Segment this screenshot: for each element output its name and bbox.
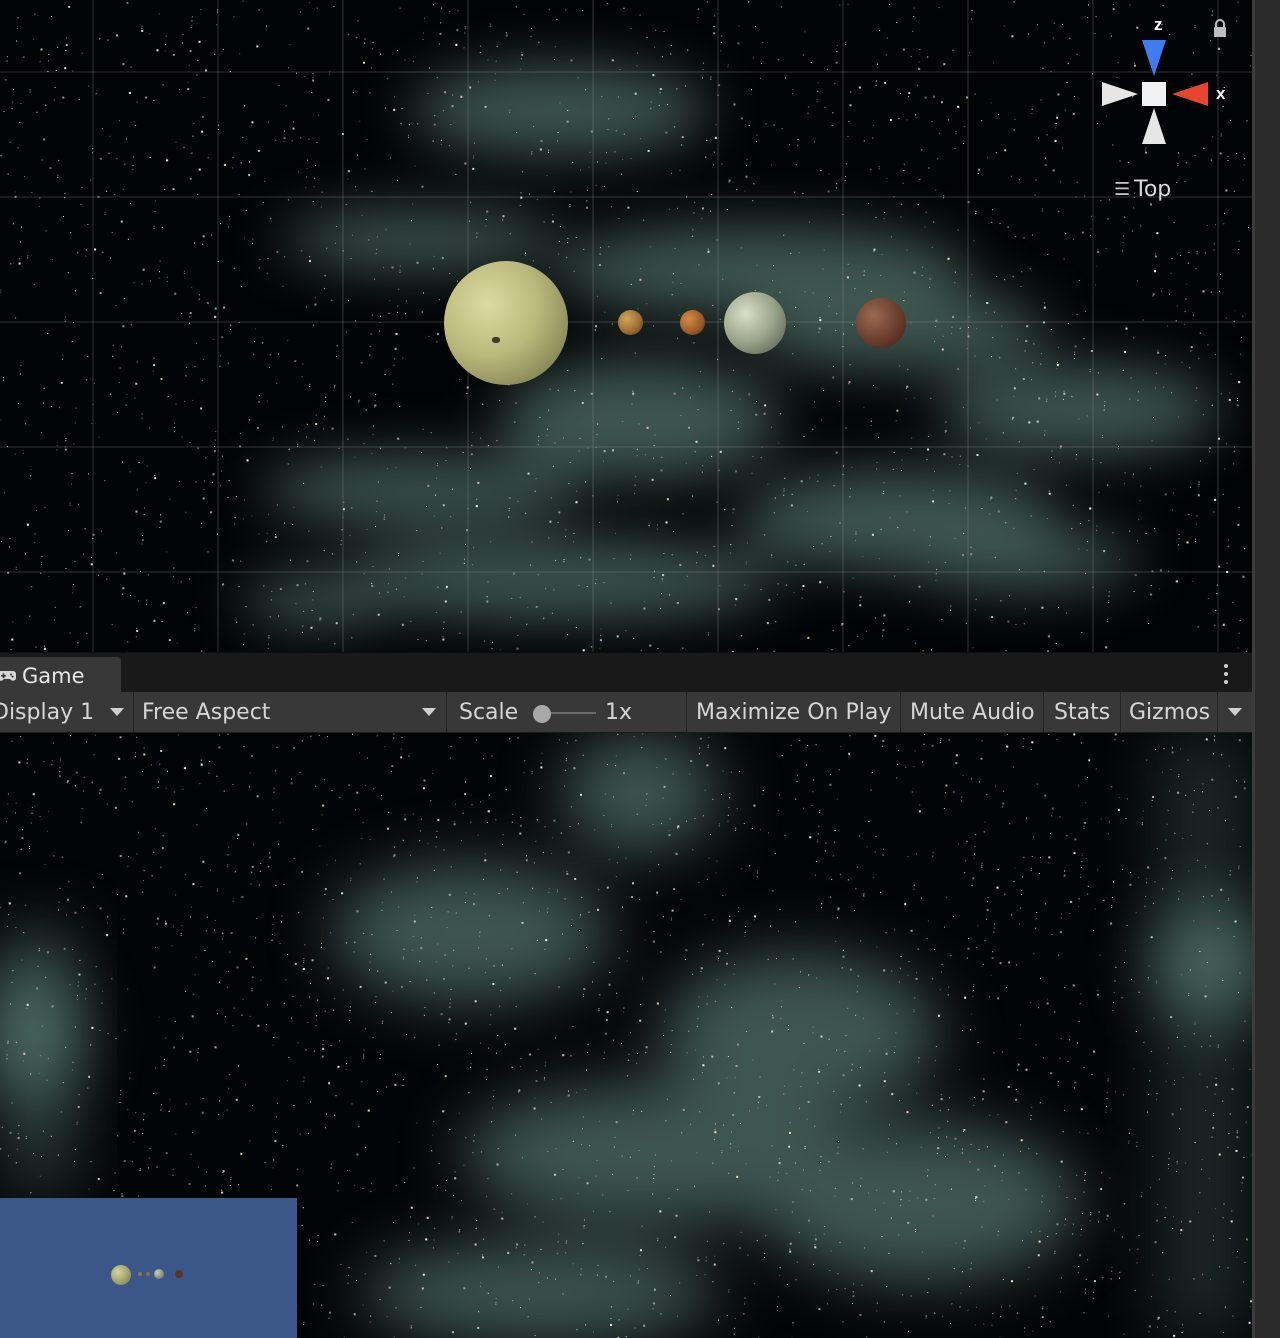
panel-scroll-strip: [1252, 0, 1280, 1338]
maximize-on-play-button[interactable]: Maximize On Play: [696, 692, 891, 733]
planet-large-pale-yellow[interactable]: [444, 261, 568, 385]
game-toolbar: Display 1 Free Aspect Scale 1x Maximize …: [0, 692, 1252, 733]
minimap-planet: [138, 1272, 142, 1276]
gamepad-icon: [0, 670, 16, 681]
chevron-down-icon: [422, 708, 436, 716]
view-mode-label: Top: [1134, 176, 1172, 202]
minimap-planet: [154, 1269, 164, 1279]
planet-medium-grey-green[interactable]: [724, 292, 786, 354]
minimap-camera-view: [0, 1198, 297, 1338]
lock-icon[interactable]: [1212, 18, 1228, 38]
gizmos-label: Gizmos: [1129, 700, 1211, 725]
game-tab-bar: Game: [0, 652, 1252, 694]
stats-button[interactable]: Stats: [1054, 692, 1110, 733]
display-dropdown-value: Display 1: [0, 700, 95, 725]
minimap-planet: [111, 1265, 131, 1285]
gizmo-neg-x-axis-cone[interactable]: [1102, 82, 1138, 106]
aspect-dropdown[interactable]: Free Aspect: [142, 692, 444, 733]
planet-medium-dark-red[interactable]: [856, 298, 906, 348]
minimap-planet: [146, 1272, 150, 1276]
gizmo-center-cube[interactable]: [1142, 82, 1166, 106]
planet-small-orange[interactable]: [618, 310, 643, 335]
tab-game[interactable]: Game: [0, 657, 121, 694]
gizmo-z-axis-cone[interactable]: [1142, 40, 1166, 76]
stats-label: Stats: [1054, 700, 1111, 725]
scene-view-mode[interactable]: ☰ Top: [1114, 175, 1171, 203]
maximize-on-play-label: Maximize On Play: [696, 700, 892, 725]
gizmos-dropdown-chevron-down-icon[interactable]: [1228, 708, 1242, 716]
scale-value-text: 1x: [605, 700, 633, 725]
chevron-down-icon: [110, 708, 124, 716]
gizmo-x-axis-cone[interactable]: [1172, 82, 1208, 106]
scale-label-text: Scale: [459, 700, 519, 725]
display-dropdown[interactable]: Display 1: [0, 692, 132, 733]
planet-small-orange-red[interactable]: [680, 310, 705, 335]
scale-label: Scale: [459, 692, 518, 733]
menu-icon: ☰: [1114, 178, 1131, 200]
gizmos-button[interactable]: Gizmos: [1129, 692, 1210, 733]
mute-audio-label: Mute Audio: [910, 700, 1035, 725]
tab-game-label: Game: [22, 663, 85, 688]
gizmo-neg-z-axis-cone[interactable]: [1142, 108, 1166, 144]
gizmo-axis-z-label: z: [1154, 15, 1163, 34]
minimap-planet: [175, 1270, 183, 1278]
scale-value: 1x: [605, 692, 632, 733]
scene-view[interactable]: z x ☰ Top: [0, 0, 1252, 652]
kebab-menu-icon[interactable]: [1218, 661, 1234, 687]
gizmo-axis-x-label: x: [1216, 84, 1226, 103]
scale-slider[interactable]: [532, 704, 598, 723]
mute-audio-button[interactable]: Mute Audio: [910, 692, 1035, 733]
scale-slider-thumb[interactable]: [533, 705, 551, 723]
aspect-dropdown-value: Free Aspect: [142, 700, 271, 725]
